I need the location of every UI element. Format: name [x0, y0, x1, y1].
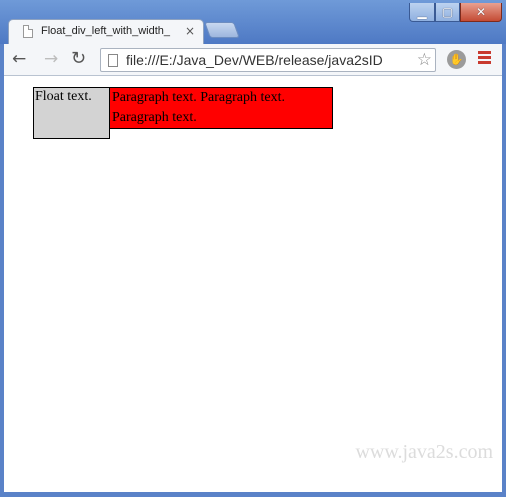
address-bar[interactable]: file:///E:/Java_Dev/WEB/release/java2sID… — [100, 48, 436, 72]
close-window-button[interactable]: ✕ — [460, 3, 502, 22]
bookmark-star-icon[interactable]: ☆ — [414, 50, 432, 70]
tab-title: Float_div_left_with_width_ — [41, 25, 171, 37]
page-icon — [23, 25, 33, 38]
maximize-button[interactable]: ▢ — [435, 3, 460, 22]
float-div: Float text. — [33, 87, 110, 139]
menu-icon[interactable] — [478, 51, 491, 66]
toolbar: ← → ↻ file:///E:/Java_Dev/WEB/release/ja… — [4, 44, 502, 76]
paragraph: Paragraph text. Paragraph text. Paragrap… — [109, 87, 333, 129]
browser-window: ▁ ▢ ✕ Float_div_left_with_width_ × ← → ↻… — [0, 0, 506, 497]
minimize-button[interactable]: ▁ — [409, 3, 435, 22]
tab-close-icon[interactable]: × — [185, 24, 195, 38]
watermark: www.java2s.com — [355, 441, 493, 463]
new-tab-button[interactable] — [204, 22, 240, 38]
tab-active[interactable]: Float_div_left_with_width_ × — [8, 19, 204, 44]
minimize-icon: ▁ — [417, 5, 427, 19]
back-arrow-icon[interactable]: ← — [12, 50, 26, 68]
reload-icon[interactable]: ↻ — [71, 50, 86, 68]
maximize-icon: ▢ — [441, 5, 454, 19]
close-icon: ✕ — [475, 5, 487, 19]
url-text[interactable]: file:///E:/Java_Dev/WEB/release/java2sID — [126, 52, 383, 68]
forward-arrow-icon[interactable]: → — [44, 50, 58, 68]
page-icon — [108, 54, 118, 67]
extension-icon[interactable]: ✋ — [447, 50, 466, 69]
page-content: Float text. Paragraph text. Paragraph te… — [4, 76, 502, 492]
